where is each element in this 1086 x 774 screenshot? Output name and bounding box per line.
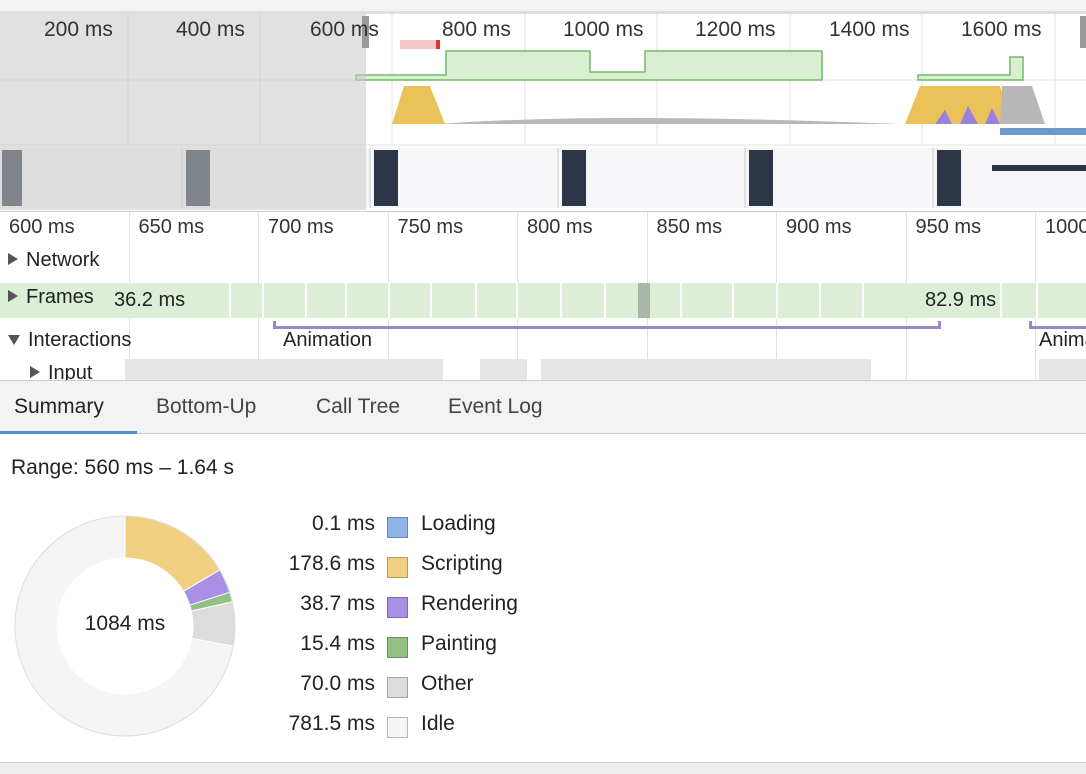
- frame-boundary: [819, 283, 821, 318]
- frame-boundary: [560, 283, 562, 318]
- input-event[interactable]: [541, 359, 871, 380]
- expand-triangle-icon[interactable]: [8, 253, 18, 265]
- ruler-tick-label: 650 ms: [138, 216, 205, 238]
- frame-boundary: [430, 283, 432, 318]
- cpu-scripting: [392, 86, 1012, 124]
- frame-boundary: [732, 283, 734, 318]
- red-marker: [400, 40, 438, 49]
- legend-swatch: [387, 677, 408, 698]
- frame-boundary: [388, 283, 390, 318]
- timeline-overview[interactable]: 200 ms 400 ms 600 ms 800 ms 1000 ms 1200 ms 14…: [0, 0, 1086, 212]
- ruler-tick-label: 850 ms: [656, 216, 723, 238]
- legend-label: Loading: [421, 512, 496, 535]
- legend-value: 781.5 ms: [288, 712, 375, 735]
- ruler-tick-label: 1000 ms: [1045, 216, 1086, 238]
- overview-time-label: 1000 ms: [563, 18, 644, 41]
- track-frames[interactable]: Frames: [8, 286, 98, 309]
- overview-time-label: 600 ms: [310, 18, 379, 41]
- network-bar: [1000, 128, 1086, 135]
- interaction-label: Animation: [1039, 329, 1086, 351]
- legend-label: Rendering: [421, 592, 518, 615]
- dropped-frame[interactable]: [638, 283, 650, 318]
- tab-event-log[interactable]: Event Log: [448, 395, 543, 419]
- unselected-range-overlay: [0, 14, 366, 210]
- legend-swatch: [387, 717, 408, 738]
- animation-interaction-bar[interactable]: [1029, 321, 1086, 329]
- ruler-tick-label: 750 ms: [397, 216, 464, 238]
- frame-boundary: [1036, 283, 1038, 318]
- details-tabbar: Summary Bottom-Up Call Tree Event Log: [0, 380, 1086, 434]
- collapse-triangle-icon[interactable]: [8, 335, 20, 345]
- legend-label: Scripting: [421, 552, 503, 575]
- legend-swatch: [387, 597, 408, 618]
- frame-duration: 36.2 ms: [114, 289, 186, 311]
- overview-time-label: 1400 ms: [829, 18, 910, 41]
- frame-boundary: [776, 283, 778, 318]
- input-event[interactable]: [480, 359, 527, 380]
- frame-boundary: [516, 283, 518, 318]
- status-strip: [0, 762, 1086, 774]
- legend-label: Painting: [421, 632, 497, 655]
- frame-boundary: [305, 283, 307, 318]
- tab-call-tree[interactable]: Call Tree: [316, 395, 400, 419]
- legend-value: 15.4 ms: [300, 632, 375, 655]
- ruler-tick-label: 700 ms: [268, 216, 334, 238]
- legend-swatch: [387, 557, 408, 578]
- legend-value: 70.0 ms: [300, 672, 375, 695]
- overview-time-label: 400 ms: [176, 18, 245, 41]
- track-input[interactable]: Input: [30, 362, 92, 380]
- ruler-tick-label: 600 ms: [9, 216, 75, 238]
- frame-boundary: [1000, 283, 1002, 318]
- overview-time-label: 200 ms: [44, 18, 113, 41]
- frame-boundary: [475, 283, 477, 318]
- legend-swatch: [387, 517, 408, 538]
- frame-boundary: [262, 283, 264, 318]
- frame-duration: 82.9 ms: [925, 289, 997, 311]
- fps-chart: [355, 50, 1024, 81]
- legend-label: Other: [421, 672, 474, 695]
- frames-track[interactable]: 36.2 ms 82.9 ms: [0, 283, 1086, 318]
- legend-value: 0.1 ms: [311, 512, 375, 535]
- frame-boundary: [229, 283, 231, 318]
- expand-triangle-icon[interactable]: [30, 366, 40, 378]
- track-network[interactable]: Network: [8, 249, 99, 272]
- range-end-handle[interactable]: [1080, 16, 1086, 48]
- legend-label: Idle: [421, 712, 455, 735]
- input-event[interactable]: [125, 359, 443, 380]
- expand-triangle-icon[interactable]: [8, 290, 18, 302]
- input-event[interactable]: [1039, 359, 1086, 380]
- frame-boundary: [345, 283, 347, 318]
- ruler-tick-label: 900 ms: [786, 216, 852, 238]
- legend-value: 178.6 ms: [288, 552, 375, 575]
- summary-panel: Range: 560 ms – 1.64 s 1084 ms 0.1 ms Loa…: [0, 434, 1086, 764]
- track-interactions[interactable]: Interactions: [8, 329, 131, 352]
- frame-boundary: [862, 283, 864, 318]
- legend-swatch: [387, 637, 408, 658]
- ruler-tick-label: 950 ms: [915, 216, 982, 238]
- tab-summary[interactable]: Summary: [14, 395, 104, 419]
- ruler-tick-label: 800 ms: [527, 216, 593, 238]
- overview-time-label: 1200 ms: [695, 18, 776, 41]
- tab-bottom-up[interactable]: Bottom-Up: [156, 395, 256, 419]
- overview-time-label: 1600 ms: [961, 18, 1042, 41]
- interaction-label: Animation: [283, 329, 372, 351]
- overview-time-label: 800 ms: [442, 18, 511, 41]
- range-text: Range: 560 ms – 1.64 s: [11, 456, 234, 479]
- animation-interaction-bar[interactable]: [273, 321, 941, 329]
- frame-boundary: [680, 283, 682, 318]
- flame-chart[interactable]: 600 ms 650 ms 700 ms 750 ms 800 ms 850 ms 900 …: [0, 212, 1086, 380]
- frame-boundary: [604, 283, 606, 318]
- legend-value: 38.7 ms: [300, 592, 375, 615]
